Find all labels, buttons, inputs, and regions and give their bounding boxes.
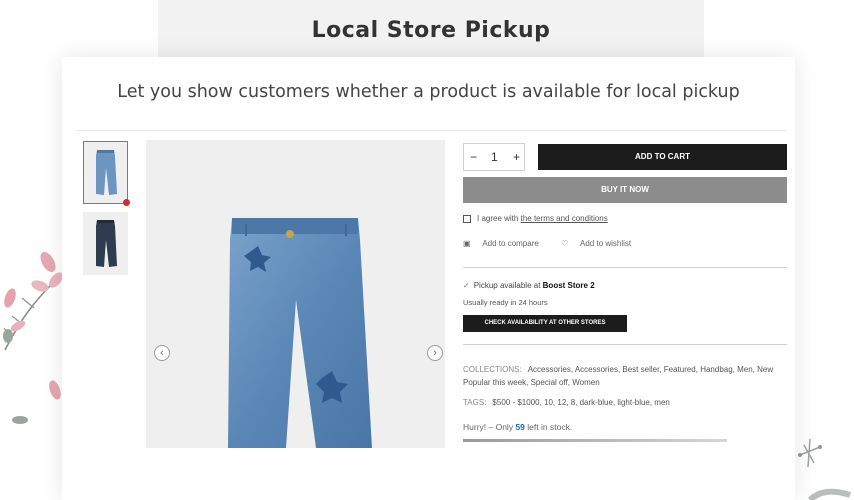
screenshot-top-rule: [76, 130, 787, 131]
qty-increase-button[interactable]: +: [513, 150, 520, 164]
page-title: Local Store Pickup: [311, 18, 551, 43]
jeans-image: [228, 218, 372, 448]
product-thumbnail-2[interactable]: [83, 212, 128, 275]
buy-it-now-button[interactable]: BUY IT NOW: [463, 177, 787, 203]
product-main-image: ‹ ›: [146, 140, 445, 448]
divider-2: [463, 344, 787, 345]
collections-row-2[interactable]: Popular this week, Special off, Women: [463, 378, 600, 387]
product-screenshot: ‹ › − 1 + ADD TO CART BUY IT NOW I agree…: [76, 130, 787, 448]
add-to-compare-link[interactable]: ▣ Add to compare: [463, 239, 549, 248]
pickup-ready-time: Usually ready in 24 hours: [463, 298, 548, 307]
stock-progress-bar: [463, 439, 727, 442]
stock-prefix: Hurry! – Only: [463, 422, 514, 432]
tags-list[interactable]: $500 - $1000, 10, 12, 8, dark-blue, ligh…: [492, 398, 669, 407]
pickup-availability: ✓ Pickup available at Boost Store 2: [463, 281, 595, 290]
terms-link[interactable]: the terms and conditions: [521, 214, 608, 223]
divider-1: [463, 267, 787, 268]
selected-indicator-icon: [123, 199, 130, 206]
check-availability-button[interactable]: CHECK AVAILABILITY AT OTHER STORES: [463, 315, 627, 332]
chevron-right-icon: ›: [433, 347, 437, 359]
stock-notice: Hurry! – Only 59 left in stock.: [463, 422, 572, 432]
chevron-left-icon: ‹: [160, 347, 164, 359]
collections-row: COLLECTIONS: Accessories, Accessories, Be…: [463, 365, 773, 374]
jeans-dark-thumb-image: [96, 220, 117, 267]
product-thumbnail-1[interactable]: [83, 141, 130, 206]
floral-decoration-right: [798, 438, 851, 500]
heart-icon: ♡: [561, 239, 569, 248]
qty-decrease-button[interactable]: −: [470, 150, 477, 164]
pickup-store-name: Boost Store 2: [542, 281, 595, 290]
collections-list[interactable]: Accessories, Accessories, Best seller, F…: [528, 365, 773, 374]
stock-suffix: left in stock.: [527, 422, 573, 432]
add-to-cart-button[interactable]: ADD TO CART: [538, 144, 787, 170]
add-to-wishlist-label: Add to wishlist: [580, 239, 632, 248]
prev-image-button[interactable]: ‹: [154, 345, 170, 361]
stock-count: 59: [515, 422, 525, 432]
add-to-compare-label: Add to compare: [482, 239, 539, 248]
floral-decoration-left: [3, 252, 63, 424]
page-subtitle: Let you show customers whether a product…: [117, 82, 740, 102]
collections-label: COLLECTIONS:: [463, 365, 522, 374]
compare-wishlist-row: ▣ Add to compare ♡ Add to wishlist: [463, 239, 651, 248]
terms-checkbox[interactable]: [463, 214, 471, 223]
qty-value[interactable]: 1: [491, 150, 498, 164]
next-image-button[interactable]: ›: [427, 345, 443, 361]
tags-row: TAGS: $500 - $1000, 10, 12, 8, dark-blue,…: [463, 398, 670, 407]
agree-label: I agree with: [477, 214, 519, 223]
tags-label: TAGS:: [463, 398, 487, 407]
terms-agreement: I agree with the terms and conditions: [463, 214, 608, 223]
check-icon: ✓: [463, 281, 470, 290]
compare-icon: ▣: [463, 239, 471, 248]
jeans-light-thumb-image: [96, 150, 117, 195]
add-to-wishlist-link[interactable]: ♡ Add to wishlist: [561, 239, 641, 248]
quantity-stepper[interactable]: − 1 +: [463, 143, 525, 171]
pickup-prefix: Pickup available at: [473, 281, 541, 290]
